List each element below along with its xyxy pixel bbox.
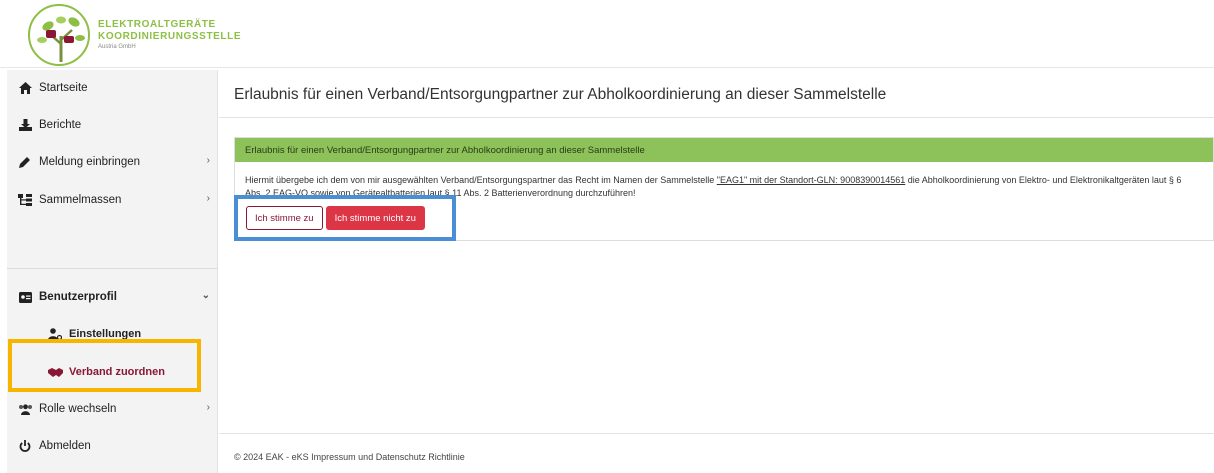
disagree-button[interactable]: Ich stimme nicht zu [325, 206, 425, 230]
sidebar-item-label: Einstellungen [69, 328, 142, 340]
handshake-icon [47, 367, 63, 378]
sidebar-item-label: Benutzerprofil [39, 291, 117, 303]
chevron-right-icon: › [206, 402, 210, 413]
sidebar-item-label: Berichte [39, 119, 82, 131]
sidebar-item-meldung-einbringen[interactable]: Meldung einbringen › [7, 144, 218, 180]
sidebar-item-label: Rolle wechseln [39, 403, 117, 415]
power-icon [17, 440, 33, 452]
sidebar-item-benutzerprofil[interactable]: Benutzerprofil ⌄ [7, 279, 218, 315]
collection-point-link: "EAG1" mit der Standort-GLN: 90083900145… [716, 175, 906, 185]
user-cog-icon [47, 328, 63, 340]
sidebar: Startseite Berichte Meldung einbringen ›… [7, 70, 218, 473]
logo-line-3: Austria GmbH [98, 44, 136, 51]
sidebar-item-label: Abmelden [39, 440, 91, 452]
sidebar-item-sammelmassen[interactable]: Sammelmassen › [7, 182, 218, 218]
sidebar-item-berichte[interactable]: Berichte [7, 107, 218, 143]
logo-line-2: KOORDINIERUNGSSTELLE [98, 30, 242, 42]
sidebar-item-rolle-wechseln[interactable]: Rolle wechseln › [7, 391, 218, 427]
consent-buttons: Ich stimme zu Ich stimme nicht zu [246, 206, 425, 230]
sidebar-divider [7, 268, 218, 269]
sidebar-item-label: Startseite [39, 82, 88, 94]
sidebar-item-label: Verband zuordnen [69, 366, 165, 378]
footer: © 2024 EAK - eKS Impressum und Datenschu… [234, 452, 465, 462]
sidebar-subitem-einstellungen[interactable]: Einstellungen [7, 318, 218, 350]
eak-logo[interactable]: ELEKTROALTGERÄTE KOORDINIERUNGSSTELLE Au… [28, 4, 241, 66]
sitemap-icon [17, 194, 33, 206]
download-icon [17, 119, 33, 131]
chevron-down-icon: ⌄ [201, 290, 210, 301]
permission-card: Erlaubnis für einen Verband/Entsorgungpa… [234, 137, 1214, 241]
top-header: ELEKTROALTGERÄTE KOORDINIERUNGSSTELLE Au… [0, 0, 1214, 68]
title-divider [219, 117, 1214, 118]
page-title: Erlaubnis für einen Verband/Entsorgungpa… [234, 86, 887, 103]
sidebar-item-label: Meldung einbringen [39, 156, 141, 168]
pen-icon [17, 156, 33, 168]
agree-button[interactable]: Ich stimme zu [246, 206, 323, 230]
logo-emblem-icon [28, 4, 90, 66]
chevron-right-icon: › [206, 155, 210, 166]
consent-text: Hiermit übergebe ich dem von mir ausgewä… [245, 175, 717, 185]
chevron-right-icon: › [206, 193, 210, 204]
logo-text: ELEKTROALTGERÄTE KOORDINIERUNGSSTELLE Au… [98, 19, 241, 51]
sidebar-item-startseite[interactable]: Startseite [7, 70, 218, 106]
sidebar-item-label: Sammelmassen [39, 194, 122, 206]
logo-line-1: ELEKTROALTGERÄTE [98, 19, 216, 31]
id-card-icon [17, 291, 33, 303]
sidebar-item-abmelden[interactable]: Abmelden [7, 428, 218, 464]
users-icon [17, 403, 33, 415]
sidebar-subitem-verband-zuordnen[interactable]: Verband zuordnen [7, 356, 218, 388]
card-header: Erlaubnis für einen Verband/Entsorgungpa… [235, 138, 1213, 162]
card-body: Hiermit übergebe ich dem von mir ausgewä… [235, 162, 1195, 212]
footer-divider [219, 433, 1214, 434]
home-icon [17, 82, 33, 94]
